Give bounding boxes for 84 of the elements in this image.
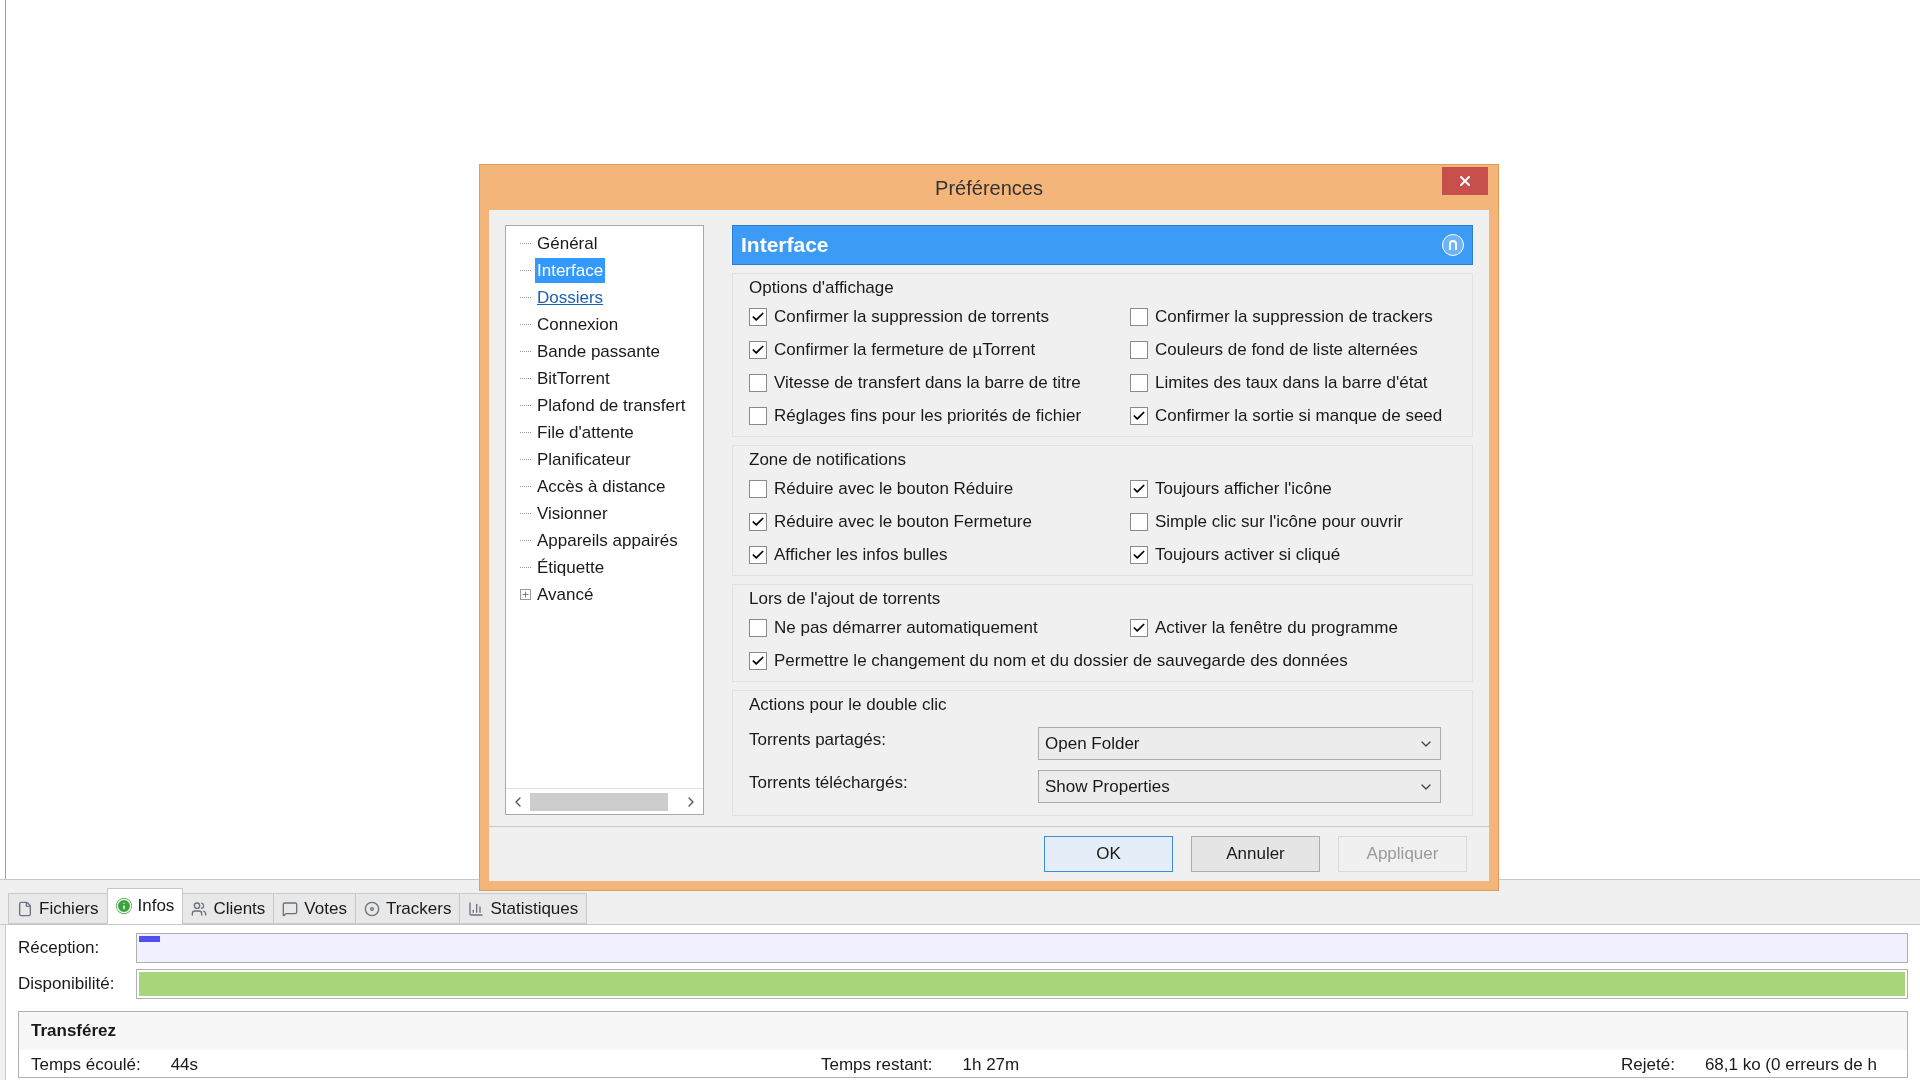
checkbox-label: Toujours activer si cliqué: [1155, 543, 1341, 566]
disc-icon: [363, 900, 380, 917]
bar-label: Réception:: [18, 937, 101, 960]
tree-item[interactable]: Visionner: [535, 500, 610, 527]
tree-item[interactable]: BitTorrent: [535, 365, 612, 392]
tree-item[interactable]: Connexion: [535, 311, 621, 338]
panel-tab[interactable]: Infos: [106, 888, 184, 924]
group-title: Zone de notifications: [749, 448, 906, 471]
checkbox[interactable]: [1130, 618, 1148, 637]
bar-label: Disponibilité:: [18, 973, 116, 996]
checkbox-label: Permettre le changement du nom et du dossier de sauvegarde des données: [774, 649, 1348, 672]
panel-tab[interactable]: Trackers: [354, 893, 461, 924]
group-title: Actions pour le double clic: [749, 693, 947, 716]
panel-title: Interface: [741, 232, 829, 259]
checkbox-label: Toujours afficher l'icône: [1155, 477, 1332, 500]
expand-icon[interactable]: [520, 589, 531, 600]
close-button[interactable]: [1442, 167, 1488, 195]
checkbox-label: Activer la fenêtre du programme: [1155, 616, 1398, 639]
checkbox[interactable]: [1130, 373, 1148, 392]
checkbox[interactable]: [1130, 406, 1148, 425]
checkbox[interactable]: [749, 512, 767, 531]
checkbox[interactable]: [1130, 479, 1148, 498]
tree-item[interactable]: Plafond de transfert: [535, 392, 688, 419]
checkbox-label: Simple clic sur l'icône pour ouvrir: [1155, 510, 1403, 533]
field-label: Torrents téléchargés:: [749, 772, 909, 794]
checkbox[interactable]: [749, 406, 767, 425]
dropdown[interactable]: Show Properties: [1038, 770, 1441, 803]
tree-item[interactable]: Planificateur: [535, 446, 633, 473]
checkbox[interactable]: [749, 651, 767, 670]
checkbox[interactable]: [749, 307, 767, 326]
checkbox[interactable]: [749, 479, 767, 498]
tree-item[interactable]: Bande passante: [535, 338, 662, 365]
panel-tab[interactable]: Votes: [273, 893, 356, 924]
field-value: 1h 27m: [962, 1053, 1020, 1076]
tree-item[interactable]: File d'attente: [535, 419, 636, 446]
chart-icon: [468, 900, 485, 917]
group-title: Options d'affichage: [749, 276, 894, 299]
checkbox[interactable]: [749, 618, 767, 637]
info-icon: [115, 898, 132, 914]
checkbox[interactable]: [1130, 545, 1148, 564]
dropdown[interactable]: Open Folder: [1038, 727, 1441, 760]
tree-item[interactable]: Avancé: [535, 581, 596, 608]
panel-tab[interactable]: Statistiques: [459, 893, 588, 924]
section-title: Transférez: [31, 1021, 117, 1040]
scrollbar-thumb[interactable]: [530, 792, 668, 811]
checkbox-label: Confirmer la sortie si manque de seed: [1155, 404, 1443, 427]
checkbox-label: Réglages fins pour les priorités de fichier: [774, 404, 1082, 427]
tree-item[interactable]: Étiquette: [535, 554, 607, 581]
field-label: Temps écoulé:: [31, 1053, 141, 1076]
checkbox-label: Afficher les infos bulles: [774, 543, 948, 566]
field-value: 44s: [170, 1053, 199, 1076]
tree-item[interactable]: Dossiers: [535, 284, 606, 311]
tree-item[interactable]: Appareils appairés: [535, 527, 680, 554]
checkbox[interactable]: [1130, 307, 1148, 326]
checkbox-label: Vitesse de transfert dans la barre de titre: [774, 371, 1081, 394]
tree-item[interactable]: Accès à distance: [535, 473, 668, 500]
checkbox-label: Couleurs de fond de liste alternées: [1155, 338, 1418, 361]
field-label: Torrents partagés:: [749, 729, 887, 751]
checkbox-label: Réduire avec le bouton Réduire: [774, 477, 1014, 500]
checkbox[interactable]: [1130, 512, 1148, 531]
close-icon: [1457, 173, 1473, 189]
checkbox-label: Réduire avec le bouton Fermeture: [774, 510, 1032, 533]
checkbox[interactable]: [749, 373, 767, 392]
field-value: 68,1 ko (0 erreurs de h: [1704, 1053, 1877, 1076]
users-icon: [191, 900, 208, 917]
checkbox[interactable]: [1130, 340, 1148, 359]
tree-item[interactable]: Général: [535, 230, 600, 257]
field-label: Temps restant:: [821, 1053, 933, 1076]
dialog-title: Préférences: [935, 175, 1043, 201]
checkbox-label: Confirmer la suppression de trackers: [1155, 305, 1433, 328]
group-title: Lors de l'ajout de torrents: [749, 587, 941, 610]
checkbox-label: Ne pas démarrer automatiquement: [774, 616, 1038, 639]
checkbox[interactable]: [749, 340, 767, 359]
checkbox-label: Confirmer la fermeture de µTorrent: [774, 338, 1036, 361]
checkbox[interactable]: [749, 545, 767, 564]
panel-tab[interactable]: Fichiers: [8, 893, 108, 924]
panel-tab[interactable]: Clients: [182, 893, 275, 924]
checkbox-label: Confirmer la suppression de torrents: [774, 305, 1049, 328]
field-label: Rejeté:: [1621, 1053, 1675, 1076]
chat-icon: [282, 900, 299, 917]
checkbox-label: Limites des taux dans la barre d'état: [1155, 371, 1428, 394]
file-icon: [17, 900, 33, 917]
dialog-button[interactable]: Annuler: [1191, 836, 1320, 872]
dialog-button[interactable]: OK: [1044, 836, 1173, 872]
